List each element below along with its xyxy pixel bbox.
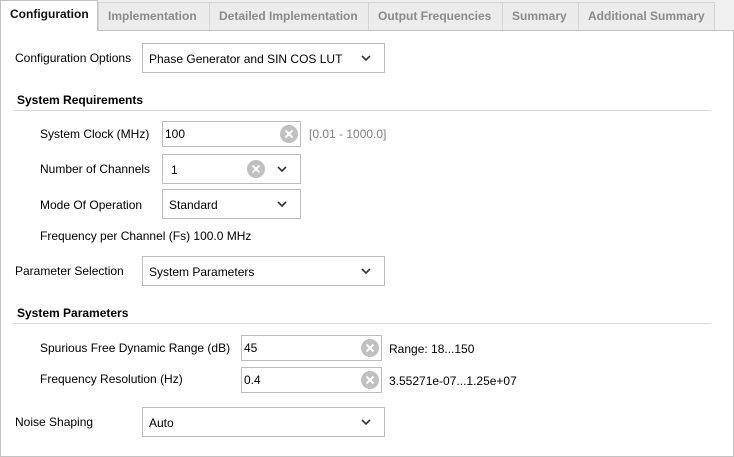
- tab-summary[interactable]: Summary: [502, 2, 579, 30]
- sfdr-range: Range: 18...150: [389, 342, 475, 356]
- section-divider: [13, 110, 711, 111]
- system-clock-range: [0.01 - 1000.0]: [309, 127, 387, 141]
- num-channels-label: Number of Channels: [40, 162, 151, 176]
- system-clock-field[interactable]: [162, 121, 301, 147]
- clear-icon[interactable]: [361, 371, 379, 389]
- sfdr-label: Spurious Free Dynamic Range (dB): [40, 341, 231, 355]
- tab-bar: Configuration Implementation Detailed Im…: [0, 0, 734, 31]
- clear-icon[interactable]: [361, 339, 379, 357]
- num-channels-select[interactable]: 1: [162, 154, 301, 184]
- mode-select[interactable]: Standard: [162, 189, 301, 219]
- freq-res-field[interactable]: [241, 367, 382, 393]
- freq-res-label: Frequency Resolution (Hz): [40, 372, 183, 386]
- chevron-down-icon: [277, 166, 287, 173]
- mode-value: Standard: [169, 198, 218, 212]
- clear-icon[interactable]: [280, 125, 298, 143]
- tab-detailed-implementation[interactable]: Detailed Implementation: [209, 2, 369, 30]
- sfdr-input[interactable]: [244, 341, 356, 355]
- chevron-down-icon: [361, 268, 371, 275]
- freq-res-range: 3.55271e-07...1.25e+07: [389, 374, 517, 388]
- system-requirements-heading: System Requirements: [17, 93, 144, 107]
- tab-implementation[interactable]: Implementation: [98, 2, 210, 30]
- clear-icon[interactable]: [247, 160, 265, 178]
- tab-label: Summary: [512, 9, 567, 23]
- tab-label: Implementation: [108, 9, 197, 23]
- tab-additional-summary[interactable]: Additional Summary: [578, 2, 715, 30]
- freq-per-channel-text: Frequency per Channel (Fs) 100.0 MHz: [40, 229, 252, 243]
- config-options-label: Configuration Options: [15, 51, 132, 65]
- section-divider: [13, 323, 711, 324]
- noise-shaping-select[interactable]: Auto: [142, 407, 385, 437]
- noise-shaping-label: Noise Shaping: [15, 415, 94, 429]
- config-options-value: Phase Generator and SIN COS LUT: [149, 52, 343, 66]
- tab-label: Detailed Implementation: [219, 9, 358, 23]
- sfdr-field[interactable]: [241, 335, 382, 361]
- tab-output-frequencies[interactable]: Output Frequencies: [368, 2, 503, 30]
- chevron-down-icon: [361, 55, 371, 62]
- config-options-select[interactable]: Phase Generator and SIN COS LUT: [142, 43, 385, 73]
- freq-res-input[interactable]: [244, 373, 356, 387]
- tab-configuration[interactable]: Configuration: [0, 0, 98, 31]
- parameter-selection-label: Parameter Selection: [15, 264, 124, 278]
- system-clock-label: System Clock (MHz): [40, 127, 150, 141]
- parameter-selection-select[interactable]: System Parameters: [142, 256, 385, 286]
- system-parameters-heading: System Parameters: [17, 306, 129, 320]
- tab-label: Additional Summary: [588, 9, 705, 23]
- chevron-down-icon: [361, 419, 371, 426]
- parameter-selection-value: System Parameters: [149, 265, 255, 279]
- mode-label: Mode Of Operation: [40, 198, 143, 212]
- num-channels-value: 1: [171, 163, 178, 177]
- system-clock-input[interactable]: [165, 127, 275, 141]
- chevron-down-icon: [277, 201, 287, 208]
- tab-label: Output Frequencies: [378, 9, 492, 23]
- configuration-panel: Configuration Options Phase Generator an…: [0, 30, 734, 457]
- tab-label: Configuration: [10, 7, 89, 21]
- noise-shaping-value: Auto: [149, 416, 174, 430]
